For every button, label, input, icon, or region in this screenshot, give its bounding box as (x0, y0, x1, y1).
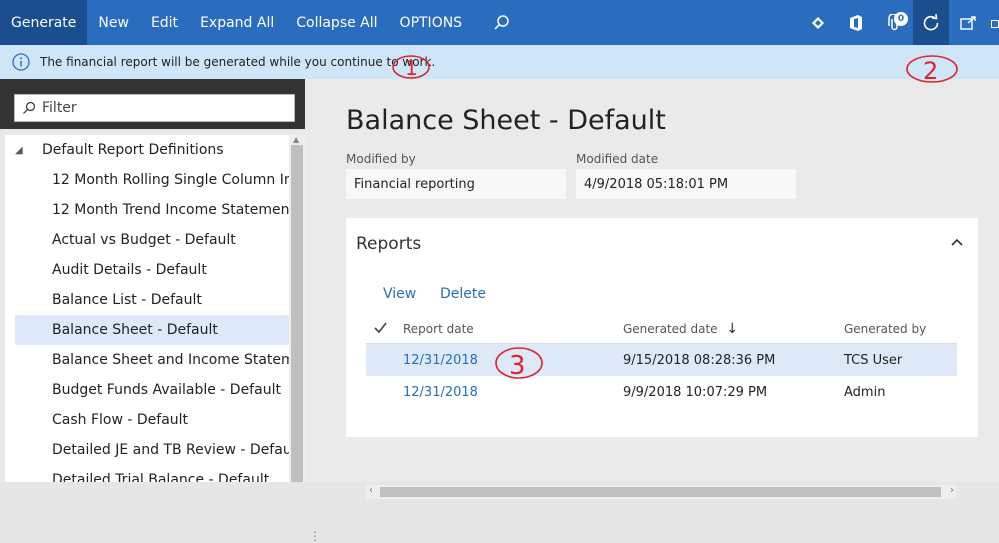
generated-date-cell: 9/15/2018 08:28:36 PM (623, 352, 776, 368)
scroll-up-icon[interactable]: ▲ (293, 135, 299, 144)
tree-item-selected[interactable]: Balance Sheet - Default (15, 315, 289, 345)
tree-item[interactable]: Detailed Trial Balance - Default (5, 465, 289, 482)
tree-item[interactable]: Balance List - Default (5, 285, 289, 315)
column-header-generated-date[interactable]: Generated date ↓ (623, 321, 738, 337)
tree-item[interactable]: Cash Flow - Default (5, 405, 289, 435)
tree-item[interactable]: 12 Month Rolling Single Column Income (5, 165, 289, 195)
modified-by-label: Modified by (346, 152, 416, 166)
generated-date-cell: 9/9/2018 10:07:29 PM (623, 384, 768, 400)
info-message-text: The financial report will be generated w… (40, 55, 436, 69)
details-pane: Balance Sheet - Default Modified by Fina… (305, 79, 999, 499)
chevron-up-icon[interactable] (950, 232, 964, 251)
sort-descending-icon: ↓ (726, 320, 739, 337)
column-header-report-date[interactable]: Report date (403, 322, 474, 336)
grid-scrollbar-thumb[interactable] (380, 487, 941, 497)
filter-input[interactable]: Filter (14, 94, 295, 122)
select-all-check-icon[interactable] (374, 322, 387, 336)
delete-button[interactable]: Delete (440, 286, 486, 302)
generate-button[interactable]: Generate (0, 0, 88, 45)
edit-button[interactable]: Edit (140, 0, 189, 45)
view-button[interactable]: View (383, 286, 416, 302)
grid-header-row: Report date Generated date ↓ Generated b… (366, 314, 957, 344)
modified-date-label: Modified date (576, 152, 659, 166)
tree-item[interactable]: Balance Sheet and Income Statement Summa… (5, 345, 289, 375)
pane-splitter-icon[interactable]: ⋮ (309, 529, 321, 543)
table-row[interactable]: 12/31/2018 9/9/2018 10:07:29 PM Admin (366, 376, 957, 408)
reports-heading[interactable]: Reports (356, 234, 421, 254)
generated-by-cell: Admin (844, 384, 886, 400)
collapse-all-button[interactable]: Collapse All (285, 0, 388, 45)
modified-by-field: Financial reporting (346, 169, 566, 199)
scroll-left-icon[interactable]: ‹ (369, 485, 373, 496)
tree-item[interactable]: Budget Funds Available - Default (5, 375, 289, 405)
report-definition-tree: ◢ Default Report Definitions 12 Month Ro… (5, 135, 289, 482)
power-apps-icon[interactable] (799, 0, 837, 45)
toolbar-edge (987, 0, 999, 45)
options-button[interactable]: OPTIONS (389, 0, 474, 45)
reports-fasttab: Reports View Delete Report date Generate… (346, 218, 978, 499)
column-header-generated-by[interactable]: Generated by (844, 322, 926, 336)
tree-item[interactable]: 12 Month Trend Income Statement - Defaul… (5, 195, 289, 225)
open-in-new-window-icon[interactable] (949, 0, 987, 45)
table-row[interactable]: 12/31/2018 9/15/2018 08:28:36 PM TCS Use… (366, 344, 957, 376)
scroll-right-icon[interactable]: › (950, 485, 954, 496)
report-definitions-pane: Filter ◢ Default Report Definitions 12 M… (0, 79, 321, 543)
page-title: Balance Sheet - Default (346, 105, 666, 136)
info-message-bar: The financial report will be generated w… (0, 45, 999, 79)
generated-by-cell: TCS User (844, 352, 903, 368)
attachments-icon[interactable]: 0 (875, 0, 913, 45)
action-pane: Generate New Edit Expand All Collapse Al… (0, 0, 999, 45)
tree-scrollbar-thumb[interactable] (291, 145, 303, 482)
info-icon (12, 53, 30, 71)
grid-horizontal-scrollbar[interactable]: ‹ › (366, 485, 957, 499)
tree-item[interactable]: Detailed JE and TB Review - Default (5, 435, 289, 465)
report-date-link[interactable]: 12/31/2018 (403, 353, 478, 368)
filter-area: Filter (0, 79, 305, 129)
reports-grid: Report date Generated date ↓ Generated b… (366, 314, 957, 408)
tree-scrollbar[interactable]: ▲ (289, 135, 305, 482)
office-icon[interactable] (837, 0, 875, 45)
collapse-triangle-icon[interactable]: ◢ (15, 145, 27, 156)
report-date-link[interactable]: 12/31/2018 (403, 385, 478, 400)
new-button[interactable]: New (87, 0, 140, 45)
tree-root-node[interactable]: ◢ Default Report Definitions (5, 135, 289, 165)
tree-root-label: Default Report Definitions (42, 142, 224, 158)
search-icon[interactable] (479, 0, 525, 45)
filter-placeholder: Filter (42, 100, 77, 116)
search-icon (23, 101, 36, 114)
refresh-icon[interactable] (913, 0, 949, 45)
expand-all-button[interactable]: Expand All (189, 0, 285, 45)
tree-item[interactable]: Actual vs Budget - Default (5, 225, 289, 255)
tree-item[interactable]: Audit Details - Default (5, 255, 289, 285)
modified-date-field: 4/9/2018 05:18:01 PM (576, 169, 796, 199)
column-header-generated-date-label: Generated date (623, 321, 718, 336)
attachments-count-badge: 0 (894, 12, 908, 26)
